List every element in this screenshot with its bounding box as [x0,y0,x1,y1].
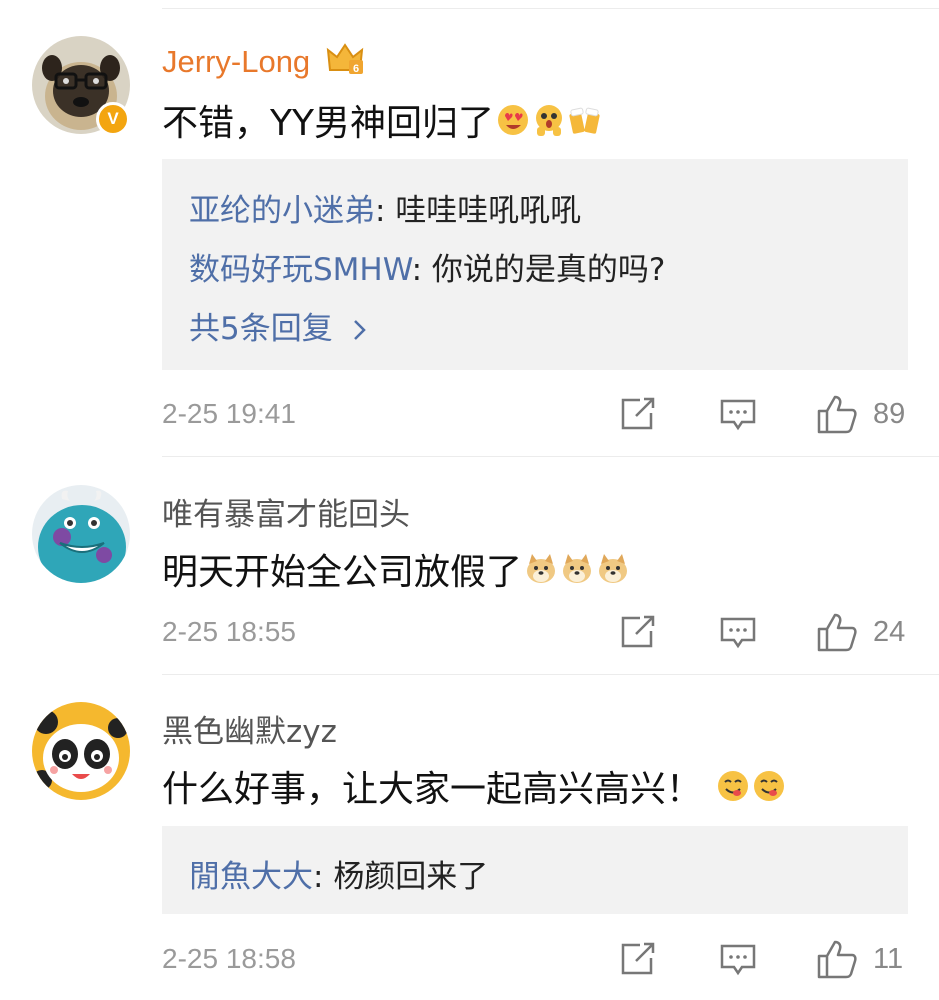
thumbs-up-icon [817,613,857,652]
svg-text:6: 6 [353,63,359,75]
verified-badge-icon: V [96,102,130,136]
reply-text: 哇哇哇吼吼吼 [395,193,582,229]
avatar[interactable] [32,485,130,583]
like-button[interactable] [816,394,858,434]
comment-text: 不错，YY男神回归了 [162,94,602,146]
chevron-right-icon [353,320,366,340]
share-icon [621,615,655,648]
doge-emoji [524,552,558,586]
thumbs-up-icon [817,395,857,434]
doge-emoji [596,552,630,586]
more-replies-link[interactable]: 共5条回复 [189,303,367,348]
comment-button[interactable] [719,398,757,432]
reply-box[interactable]: 閒魚大大: 杨颜回来了 [162,826,908,914]
reply-text: 你说的是真的吗? [431,252,666,288]
reply-box[interactable]: 亚纶的小迷弟: 哇哇哇吼吼吼 数码好玩SMHW: 你说的是真的吗? 共5条回复 [162,159,908,370]
panda-avatar-image [32,702,130,800]
like-count: 11 [873,943,904,975]
reply-text: 杨颜回来了 [333,859,489,895]
comment-text: 明天开始全公司放假了 [162,543,630,595]
share-icon [621,942,655,975]
thumbs-up-icon [817,940,857,979]
timestamp: 2-25 18:55 [162,616,296,647]
username[interactable]: 唯有暴富才能回头 [162,489,410,534]
reply-username[interactable]: 数码好玩SMHW [189,252,412,288]
share-button[interactable] [620,942,656,976]
timestamp: 2-25 19:41 [162,398,296,429]
comment-button[interactable] [719,616,757,650]
timestamp: 2-25 18:58 [162,943,296,974]
reply-item[interactable]: 亚纶的小迷弟: 哇哇哇吼吼吼 [189,185,581,230]
doge-emoji [560,552,594,586]
share-button[interactable] [620,397,656,431]
divider [162,674,939,675]
reply-item[interactable]: 数码好玩SMHW: 你说的是真的吗? [189,244,665,289]
cheers-emoji [568,103,602,137]
reply-item[interactable]: 閒魚大大: 杨颜回来了 [189,851,488,896]
like-button[interactable] [816,612,858,652]
comment-text: 什么好事，让大家一起高兴高兴！ [162,760,786,812]
crown-badge-icon: 6 [326,43,364,75]
yummy-emoji [716,769,750,803]
monster-avatar-image [32,485,130,583]
shock-emoji [532,103,566,137]
like-count: 24 [873,616,906,648]
yummy-emoji [752,769,786,803]
share-button[interactable] [620,615,656,649]
like-button[interactable] [816,939,858,979]
divider [162,8,939,9]
username[interactable]: 黑色幽默zyz [162,706,337,751]
comment-icon [720,399,756,431]
reply-username[interactable]: 亚纶的小迷弟 [189,193,375,229]
comment-icon [720,617,756,649]
divider [162,456,939,457]
avatar[interactable] [32,702,130,800]
comment-icon [720,944,756,976]
heart-eyes-emoji [496,103,530,137]
like-count: 89 [873,398,906,430]
share-icon [621,397,655,430]
comment-button[interactable] [719,943,757,977]
reply-username[interactable]: 閒魚大大 [189,859,313,895]
username[interactable]: Jerry-Long 6 [162,40,365,80]
